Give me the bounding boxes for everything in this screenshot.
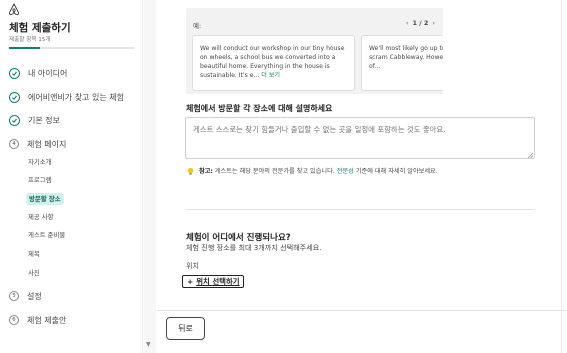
sidebar-step-settings[interactable]: 5 설정 [9,289,42,303]
check-circle-icon [9,91,20,103]
example-card-text: We'll most likely go up to superb ridge … [369,45,443,70]
section-divider [186,209,535,210]
items-remaining: 제출할 항목 15개 [9,37,51,43]
chevron-right-icon[interactable]: › [432,19,435,27]
lightbulb-icon [187,167,194,175]
sidebar: 체험 제출하기 제출할 항목 15개 내 아이디어 에어비앤비가 찾고 있는 체… [0,0,143,353]
tip-note: 참고: 게스트는 해당 분야의 전문가를 찾고 있습니다. 전문성 기준에 대해… [186,167,461,176]
sidebar-subitem-title[interactable]: 제목 [28,248,40,260]
scroll-down-arrow-icon[interactable]: ▼ [146,341,151,348]
step-number-badge: 5 [9,291,19,301]
sidebar-step-label: 체험 페이지 [27,139,67,149]
example-label: 예: [193,22,202,30]
check-circle-icon [9,114,20,126]
sidebar-subitem-photos[interactable]: 사진 [28,267,40,279]
select-location-button[interactable]: + 위치 선택하기 [182,275,244,288]
submission-title: 체험 제출하기 [9,22,71,34]
sidebar-step-submission[interactable]: 6 체험 제출안 [9,313,66,327]
tip-bold-label: 참고: [199,168,213,175]
sidebar-step-label: 내 아이디어 [28,68,68,78]
sidebar-subitem-program[interactable]: 프로그램 [28,174,52,186]
location-field-label: 위치 [186,262,199,270]
sidebar-step-experience-page[interactable]: 4 체험 페이지 [9,137,66,151]
sidebar-step-idea[interactable]: 내 아이디어 [9,66,67,80]
sidebar-step-label: 기본 정보 [28,115,60,125]
example-carousel: 예: ‹ 1 / 2 › We will conduct our worksho… [186,8,443,94]
resize-handle-icon[interactable] [527,152,533,158]
tip-body-2: 기준에 대해 자세히 알아보세요. [355,168,438,175]
step-number-badge: 6 [9,315,19,325]
example-pager: ‹ 1 / 2 › [406,19,435,27]
describe-places-heading: 체험에서 방문할 각 장소에 대해 설명하세요 [186,104,333,113]
step-number-badge: 4 [9,139,19,149]
select-location-label: 위치 선택하기 [196,277,240,286]
check-circle-icon [9,67,20,79]
expertise-link[interactable]: 전문성 [337,168,354,175]
progress-fill [9,47,41,49]
chevron-left-icon[interactable]: ‹ [406,19,409,27]
pager-count: 1 / 2 [412,19,429,27]
sidebar-step-label: 에어비앤비가 찾고 있는 체험 [28,92,124,102]
sidebar-step-label: 체험 제출안 [27,315,67,325]
plus-icon: + [187,277,194,286]
example-card: We will conduct our workshop in our tiny… [192,35,355,91]
sidebar-step-label: 설정 [27,291,42,301]
places-description-input[interactable] [185,117,535,159]
sidebar-step-airbnb-looking-for[interactable]: 에어비앤비가 찾고 있는 체험 [9,90,124,104]
sidebar-subitem-intro[interactable]: 자기소개 [28,156,52,168]
example-card: We'll most likely go up to superb ridge … [361,35,443,91]
back-button[interactable]: 뒤로 [166,317,205,340]
read-more-link[interactable]: 더 보기 [261,72,280,79]
tip-text: 참고: 게스트는 해당 분야의 전문가를 찾고 있습니다. 전문성 기준에 대해… [199,167,438,176]
progress-bar [9,47,134,49]
sidebar-scrollbar[interactable] [144,0,156,353]
location-subheading: 체험 진행 장소를 최대 3개까지 선택해주세요. [186,243,322,252]
footer-divider [157,310,567,311]
sidebar-subitem-places[interactable]: 방문할 장소 [26,193,64,205]
sidebar-step-basic-info[interactable]: 기본 정보 [9,113,60,127]
sidebar-subitem-guest-items[interactable]: 게스트 준비물 [28,229,65,241]
page-edge [561,0,562,353]
tip-body: 게스트는 해당 분야의 전문가를 찾고 있습니다. [214,168,335,175]
airbnb-logo[interactable] [8,3,20,16]
sidebar-subitem-provided[interactable]: 제공 사항 [28,211,54,223]
location-heading: 체험이 어디에서 진행되나요? [186,233,291,243]
